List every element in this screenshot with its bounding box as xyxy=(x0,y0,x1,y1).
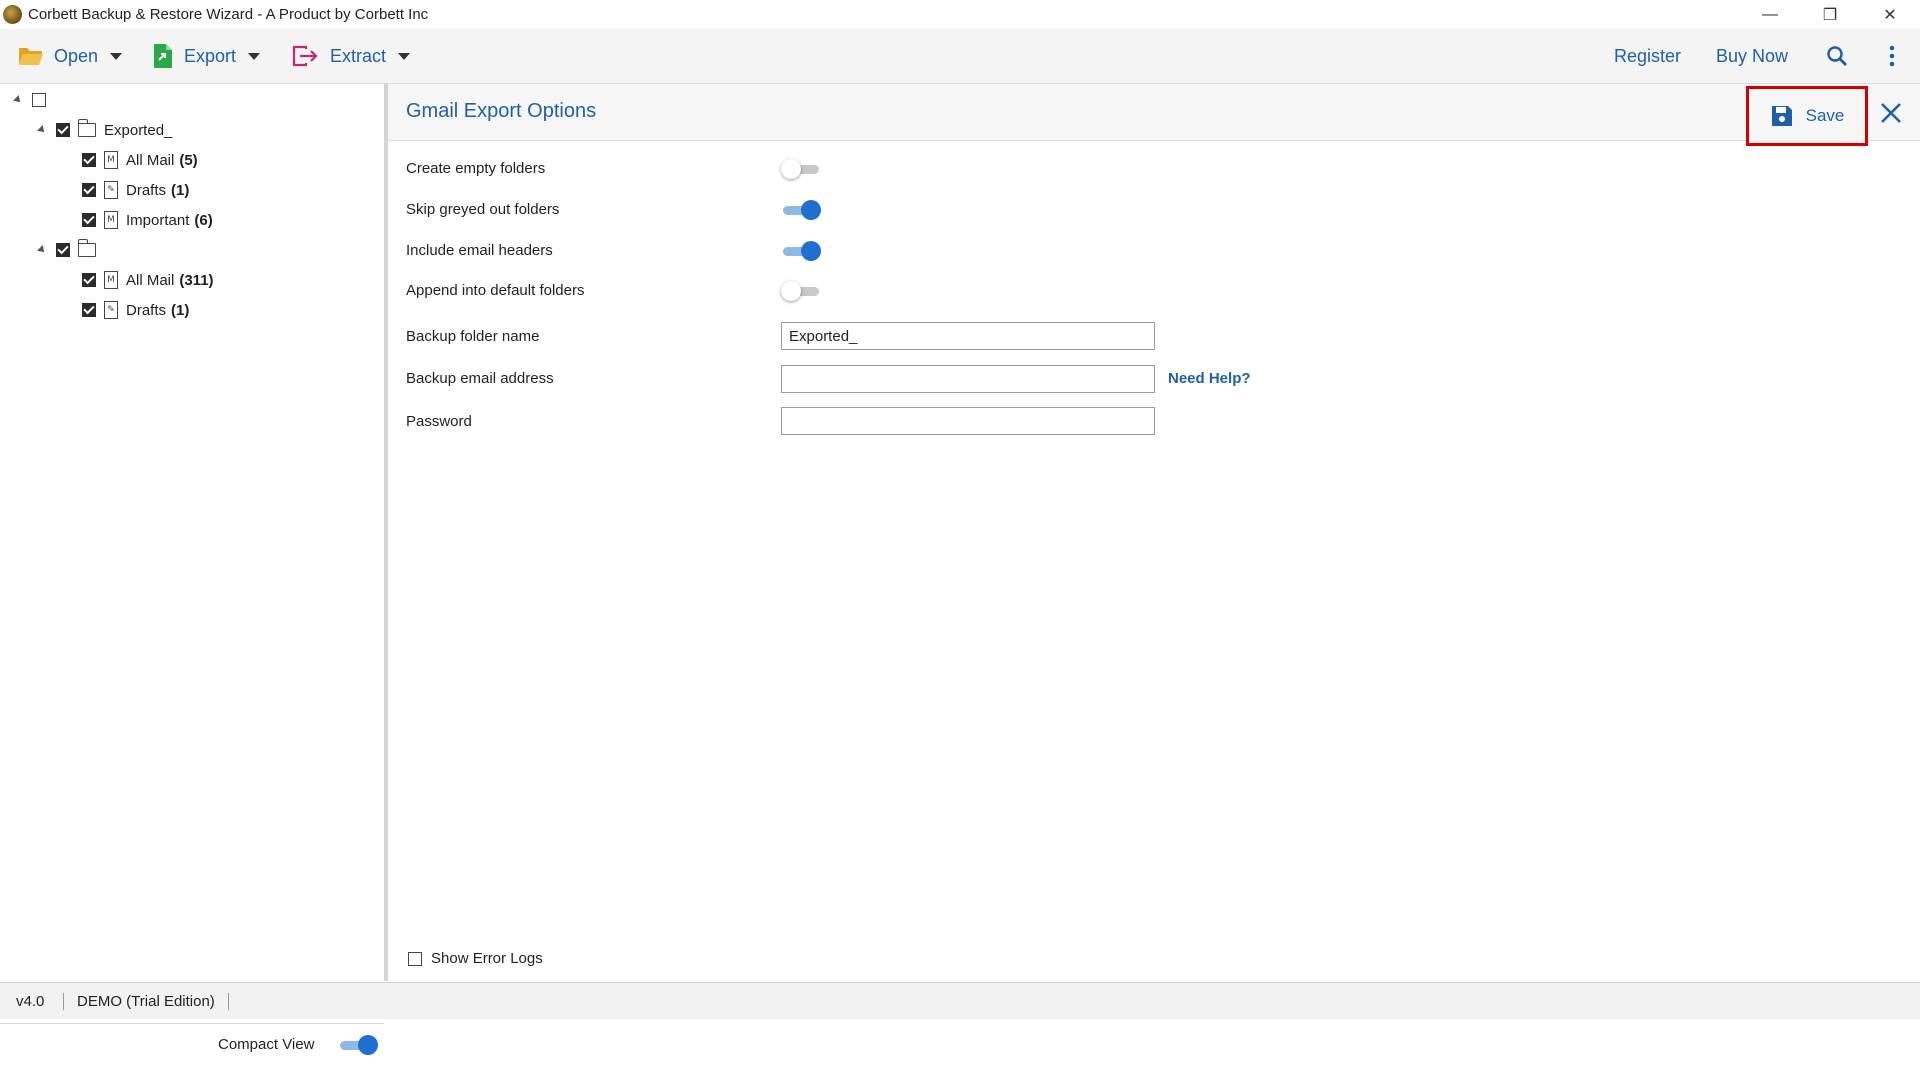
backup-folder-name-input[interactable] xyxy=(781,322,1155,350)
folder-count: (6) xyxy=(194,211,213,229)
folder-open-icon xyxy=(18,45,44,67)
skip-greyed-folders-toggle[interactable] xyxy=(781,200,821,220)
app-logo-icon xyxy=(3,5,22,24)
save-button[interactable]: Save xyxy=(1746,86,1868,146)
left-pane-footer: Compact View xyxy=(0,1023,384,1066)
tree-folder-row[interactable]: M All Mail (311) xyxy=(82,267,214,293)
minimize-button[interactable]: — xyxy=(1740,0,1800,29)
option-label: Skip greyed out folders xyxy=(406,201,560,218)
append-default-folders-toggle[interactable] xyxy=(781,281,821,301)
edition-text: DEMO (Trial Edition) xyxy=(77,992,215,1010)
export-label: Export xyxy=(184,45,237,66)
create-empty-folders-toggle[interactable] xyxy=(781,159,821,179)
option-label: Append into default folders xyxy=(406,282,585,299)
close-panel-icon[interactable] xyxy=(1876,98,1906,128)
tree-account-row[interactable] xyxy=(37,237,104,263)
save-icon xyxy=(1771,106,1792,126)
search-icon[interactable] xyxy=(1826,29,1848,83)
tree-folder-row[interactable]: M Important (6) xyxy=(82,207,213,233)
folder-label: Important xyxy=(126,211,190,229)
status-bar: v4.0 DEMO (Trial Edition) xyxy=(0,982,1920,1019)
export-options-panel: Gmail Export Options Save Create empty f… xyxy=(388,84,1920,981)
buy-now-link[interactable]: Buy Now xyxy=(1716,29,1788,83)
folder-tree-pane: Exported_ M All Mail (5) ✎ Drafts (1) M … xyxy=(0,84,384,1066)
folder-icon xyxy=(77,239,96,257)
password-input[interactable] xyxy=(781,407,1155,435)
folder-label: All Mail xyxy=(126,151,175,169)
tree-folder-row[interactable]: ✎ Drafts (1) xyxy=(82,177,189,203)
folder-checkbox[interactable] xyxy=(82,153,96,167)
chevron-down-icon xyxy=(110,52,123,60)
open-menu-button[interactable]: Open xyxy=(18,29,123,83)
compact-view-toggle[interactable] xyxy=(338,1035,378,1055)
folder-checkbox[interactable] xyxy=(82,303,96,317)
folder-label: All Mail xyxy=(126,271,175,289)
export-file-icon xyxy=(152,43,174,69)
extract-icon xyxy=(292,45,320,67)
chevron-down-icon xyxy=(398,52,411,60)
expand-arrow-icon[interactable] xyxy=(37,245,47,255)
expand-arrow-icon[interactable] xyxy=(37,125,47,135)
folder-icon xyxy=(77,119,96,137)
extract-menu-button[interactable]: Extract xyxy=(292,29,411,83)
show-error-logs-label: Show Error Logs xyxy=(431,950,543,967)
toolbar: Open Export Extract Register Buy Now xyxy=(0,29,1920,84)
root-checkbox[interactable] xyxy=(32,93,46,107)
compact-view-label: Compact View xyxy=(218,1036,315,1053)
chevron-down-icon xyxy=(248,52,261,60)
title-bar: Corbett Backup & Restore Wizard - A Prod… xyxy=(0,0,1920,29)
open-label: Open xyxy=(54,45,99,66)
panel-title: Gmail Export Options xyxy=(406,100,597,122)
panel-header: Gmail Export Options Save xyxy=(388,84,1920,146)
version-text: v4.0 xyxy=(16,992,45,1010)
tree-folder-row[interactable]: ✎ Drafts (1) xyxy=(82,297,189,323)
more-options-icon[interactable] xyxy=(1888,29,1896,83)
folder-count: (1) xyxy=(171,181,190,199)
option-label: Create empty folders xyxy=(406,160,546,177)
show-error-logs-option[interactable]: Show Error Logs xyxy=(408,950,543,967)
folder-label: Drafts xyxy=(126,181,167,199)
folder-checkbox[interactable] xyxy=(82,183,96,197)
export-menu-button[interactable]: Export xyxy=(152,29,261,83)
need-help-link[interactable]: Need Help? xyxy=(1168,370,1251,387)
backup-email-label: Backup email address xyxy=(406,370,554,387)
folder-checkbox[interactable] xyxy=(82,213,96,227)
include-email-headers-toggle[interactable] xyxy=(781,241,821,261)
account-label: Exported_ xyxy=(104,121,173,139)
tree-account-row[interactable]: Exported_ xyxy=(37,117,173,143)
show-error-logs-checkbox[interactable] xyxy=(408,951,422,966)
restore-button[interactable]: ❐ xyxy=(1800,0,1860,29)
tree-folder-row[interactable]: M All Mail (5) xyxy=(82,147,198,173)
folder-label: Drafts xyxy=(126,301,167,319)
register-link[interactable]: Register xyxy=(1614,29,1681,83)
mail-file-icon: M xyxy=(104,151,118,169)
status-separator xyxy=(63,993,64,1010)
account-checkbox[interactable] xyxy=(56,243,70,257)
extract-label: Extract xyxy=(330,45,387,66)
folder-count: (5) xyxy=(179,151,198,169)
tree-root-row[interactable] xyxy=(13,87,46,113)
draft-file-icon: ✎ xyxy=(104,181,118,199)
status-separator xyxy=(228,993,229,1010)
close-window-button[interactable]: ✕ xyxy=(1860,0,1920,29)
draft-file-icon: ✎ xyxy=(104,301,118,319)
option-label: Include email headers xyxy=(406,242,553,259)
save-label: Save xyxy=(1805,106,1845,125)
backup-folder-name-label: Backup folder name xyxy=(406,328,540,345)
account-checkbox[interactable] xyxy=(56,123,70,137)
folder-count: (311) xyxy=(179,271,214,289)
window-title: Corbett Backup & Restore Wizard - A Prod… xyxy=(28,6,429,23)
password-label: Password xyxy=(406,413,472,430)
expand-arrow-icon[interactable] xyxy=(13,95,23,105)
mail-file-icon: M xyxy=(104,271,118,289)
folder-checkbox[interactable] xyxy=(82,273,96,287)
backup-email-input[interactable] xyxy=(781,365,1155,393)
folder-count: (1) xyxy=(171,301,190,319)
mail-file-icon: M xyxy=(104,211,118,229)
